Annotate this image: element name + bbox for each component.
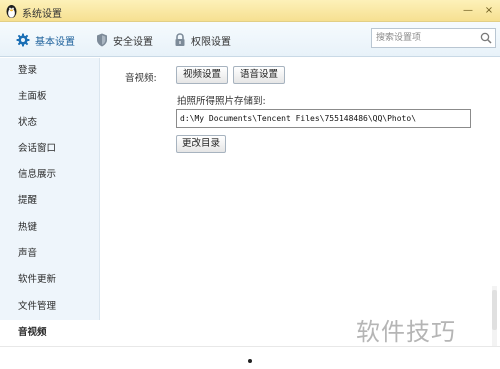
video-settings-button[interactable]: 视频设置	[176, 66, 228, 84]
settings-search[interactable]	[371, 28, 496, 48]
sidebar-item-audio-video[interactable]: 音视频	[0, 320, 101, 346]
scrollbar-thumb[interactable]	[492, 290, 497, 330]
minimize-button[interactable]: —	[462, 4, 474, 17]
search-icon[interactable]	[480, 32, 492, 44]
section-label: 音视频:	[125, 73, 157, 84]
gear-icon	[16, 33, 30, 47]
tab-security-settings[interactable]: 安全设置	[96, 31, 153, 49]
sidebar-item-chat-window[interactable]: 会话窗口	[0, 136, 100, 162]
status-bar	[0, 346, 500, 369]
shield-icon	[97, 33, 107, 47]
lock-icon	[175, 33, 185, 46]
sidebar-item-software-update[interactable]: 软件更新	[0, 267, 100, 293]
sidebar-item-status[interactable]: 状态	[0, 110, 100, 136]
audio-video-panel: 音视频: 视频设置 语音设置 拍照所得照片存储到: d:\My Document…	[101, 58, 500, 346]
close-button[interactable]: ×	[483, 4, 495, 17]
sidebar-item-info-display[interactable]: 信息展示	[0, 162, 100, 188]
window-title: 系统设置	[22, 9, 62, 20]
photo-path-label: 拍照所得照片存储到:	[177, 96, 266, 107]
sidebar-item-hotkeys[interactable]: 热键	[0, 215, 100, 241]
search-input[interactable]	[376, 31, 476, 45]
sidebar-item-sound[interactable]: 声音	[0, 241, 100, 267]
tab-label: 基本设置	[35, 36, 75, 48]
watermark-text: 软件技巧	[356, 318, 456, 346]
sidebar-item-login[interactable]: 登录	[0, 58, 100, 84]
sidebar-item-reminders[interactable]: 提醒	[0, 188, 100, 214]
tab-basic-settings[interactable]: 基本设置	[16, 31, 75, 49]
status-dot	[248, 359, 252, 363]
tab-label: 安全设置	[113, 36, 153, 48]
sidebar-item-file-management[interactable]: 文件管理	[0, 294, 100, 320]
title-bar[interactable]: 系统设置 — ×	[0, 0, 500, 22]
qq-penguin-icon	[6, 5, 17, 18]
sidebar-item-main-panel[interactable]: 主面板	[0, 84, 100, 110]
settings-nav-bar: 基本设置 安全设置 权限设置	[0, 22, 500, 57]
tab-label: 权限设置	[191, 36, 231, 48]
change-directory-button[interactable]: 更改目录	[176, 135, 226, 153]
settings-sidebar: 登录 主面板 状态 会话窗口 信息展示 提醒 热键 声音 软件更新 文件管理 音…	[0, 58, 101, 346]
photo-path-field[interactable]: d:\My Documents\Tencent Files\755148486\…	[176, 109, 471, 128]
audio-settings-button[interactable]: 语音设置	[233, 66, 285, 84]
tab-permission-settings[interactable]: 权限设置	[174, 31, 231, 49]
